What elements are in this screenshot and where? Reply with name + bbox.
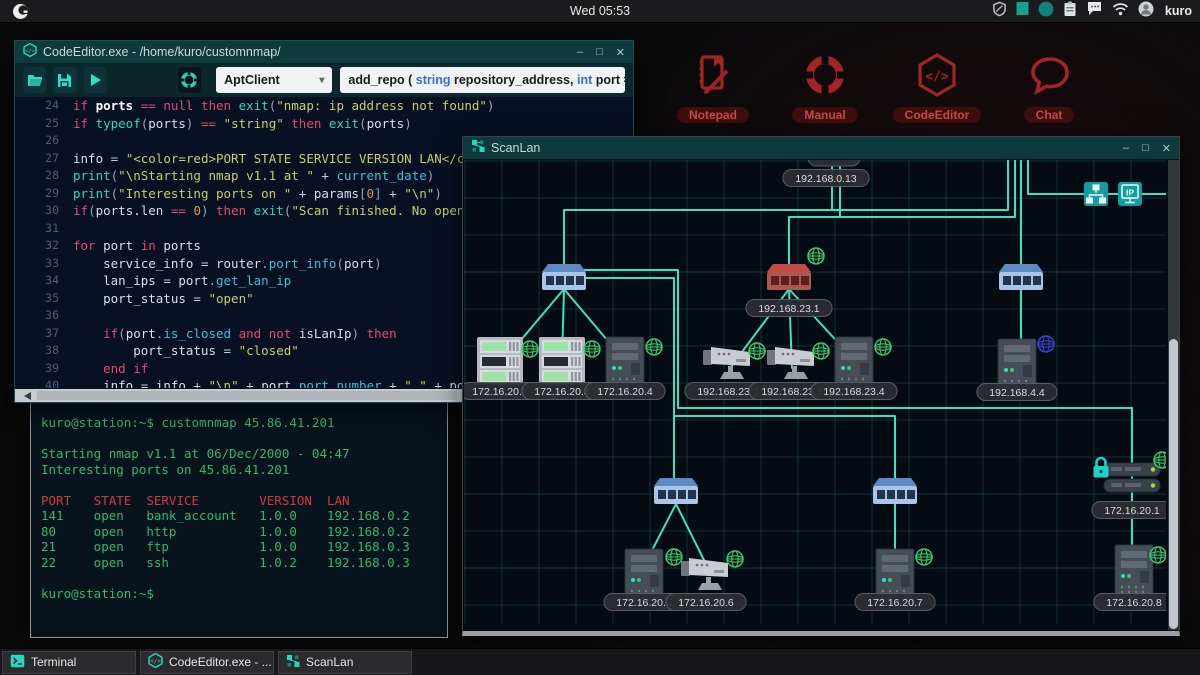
close-button[interactable]: ✕: [1162, 142, 1171, 155]
codeeditor-titlebar-icon: </>: [23, 43, 37, 62]
network-map[interactable]: 192.168.23.1 172.16.20.2 172.16.20.3 172.16…: [464, 160, 1166, 624]
codeeditor-title: CodeEditor.exe - /home/kuro/customnmap/: [43, 45, 571, 59]
svg-text:192.168.4.4: 192.168.4.4: [989, 387, 1045, 399]
desktop-icon-label: Manual: [792, 107, 857, 123]
terminal-icon: [10, 654, 25, 671]
minimize-button[interactable]: –: [577, 46, 583, 59]
maximize-button[interactable]: □: [1142, 142, 1149, 155]
svg-text:192.168.23.1: 192.168.23.1: [758, 303, 819, 315]
node-label-partial: [808, 160, 860, 166]
shield-icon[interactable]: [992, 1, 1007, 22]
indicator-square-icon[interactable]: [1016, 1, 1029, 21]
lan-node-192.168.0.13[interactable]: 192.168.0.13: [783, 170, 869, 187]
svg-text:172.16.20.7: 172.16.20.7: [867, 597, 923, 609]
taskbar-item-codeeditor[interactable]: </> CodeEditor.exe - ...: [140, 651, 274, 674]
codeeditor-titlebar[interactable]: </> CodeEditor.exe - /home/kuro/customnm…: [15, 41, 633, 63]
svg-text:172.16.20.2: 172.16.20.2: [472, 386, 528, 398]
codeeditor-icon: </>: [913, 87, 961, 104]
desktop-icon-label: CodeEditor: [893, 107, 982, 123]
method-signature-dropdown-label: add_repo ( string repository_address, in…: [348, 73, 625, 87]
codeeditor-toolbar: AptClient ▾ add_repo ( string repository_…: [15, 63, 633, 97]
lan-node-192.168.4.4[interactable]: 192.168.4.4: [977, 336, 1057, 401]
svg-text:172.16.20.5: 172.16.20.5: [616, 597, 672, 609]
lan-node-172.16.20.1[interactable]: 172.16.20.1: [1092, 452, 1166, 519]
terminal-window[interactable]: kuro@station:~$ customnmap 45.86.41.201 …: [30, 402, 448, 638]
desktop-icon-label: Notepad: [677, 107, 749, 123]
open-file-button[interactable]: [23, 67, 46, 93]
lan-node[interactable]: [654, 478, 698, 504]
svg-text:</>: </>: [25, 48, 36, 54]
svg-text:172.16.20.6: 172.16.20.6: [678, 597, 734, 609]
chat-icon: [1025, 87, 1073, 104]
desktop-icon-notepad[interactable]: Notepad: [665, 52, 761, 124]
taskbar-item-terminal[interactable]: Terminal: [2, 651, 136, 674]
lock-icon: [1097, 458, 1106, 466]
svg-text:172.16.20.1: 172.16.20.1: [1104, 505, 1160, 517]
ip-document-icon[interactable]: IP: [1118, 182, 1142, 206]
svg-text:172.16.20.3: 172.16.20.3: [534, 386, 590, 398]
save-button[interactable]: [53, 67, 76, 93]
desktop-icon-manual[interactable]: Manual: [777, 52, 873, 124]
lan-node-172.16.20.8[interactable]: 172.16.20.8: [1094, 545, 1166, 611]
manual-icon: [801, 87, 849, 104]
scrollbar-thumb[interactable]: [37, 391, 457, 400]
desktop-icon-chat[interactable]: Chat: [1001, 52, 1097, 124]
avatar-icon[interactable]: [1138, 1, 1154, 22]
reel-emblem-icon[interactable]: [178, 67, 201, 93]
taskbar-item-label: ScanLan: [306, 655, 353, 669]
scanlan-title: ScanLan: [491, 141, 1117, 155]
lan-link: [674, 416, 895, 480]
lan-node[interactable]: [542, 264, 586, 290]
svg-text:</>: </>: [925, 70, 949, 85]
scanlan-titlebar-icon: [471, 139, 485, 158]
svg-text:192.168.0.13: 192.168.0.13: [795, 173, 856, 185]
svg-text:172.16.20.8: 172.16.20.8: [1106, 597, 1162, 609]
clipboard-icon[interactable]: [1063, 1, 1077, 22]
taskbar: Terminal </> CodeEditor.exe - ... ScanLa…: [0, 648, 1200, 675]
taskbar-item-label: CodeEditor.exe - ...: [169, 655, 272, 669]
map-vertical-scrollbar[interactable]: [1168, 160, 1179, 630]
lan-node[interactable]: [873, 478, 917, 504]
maximize-button[interactable]: □: [596, 46, 603, 59]
lan-node-172.16.20.7[interactable]: 172.16.20.7: [855, 549, 935, 611]
indicator-circle-icon[interactable]: [1038, 1, 1054, 22]
desktop-icon-codeeditor[interactable]: </> CodeEditor: [889, 52, 985, 124]
scroll-left-arrow-icon[interactable]: [24, 392, 31, 400]
svg-text:172.16.20.4: 172.16.20.4: [597, 386, 653, 398]
svg-text:</>: </>: [150, 659, 161, 665]
svg-text:192.168.23.4: 192.168.23.4: [823, 386, 884, 398]
taskbar-item-scanlan[interactable]: ScanLan: [278, 651, 412, 674]
run-button[interactable]: [84, 67, 107, 93]
wifi-icon[interactable]: [1112, 2, 1129, 21]
svg-text:IP: IP: [1126, 188, 1134, 198]
sitemap-icon[interactable]: [1084, 182, 1108, 206]
username[interactable]: kuro: [1165, 4, 1192, 18]
class-dropdown[interactable]: AptClient ▾: [216, 67, 332, 93]
desktop-icon-label: Chat: [1024, 107, 1075, 123]
close-button[interactable]: ✕: [616, 46, 625, 59]
scrollbar-thumb[interactable]: [1169, 339, 1178, 629]
codeeditor-icon: </>: [148, 653, 163, 671]
terminal-output: kuro@station:~$ customnmap 45.86.41.201 …: [31, 403, 447, 613]
notepad-icon: [689, 87, 737, 104]
system-tray: kuro: [992, 0, 1192, 22]
scanlan-titlebar[interactable]: ScanLan – □ ✕: [463, 137, 1179, 159]
method-signature-dropdown[interactable]: add_repo ( string repository_address, in…: [340, 67, 625, 93]
network-map-canvas[interactable]: 192.168.23.1 172.16.20.2 172.16.20.3 172.16…: [464, 160, 1166, 624]
taskbar-item-label: Terminal: [31, 655, 76, 669]
chat-bubble-icon[interactable]: [1086, 1, 1103, 21]
minimize-button[interactable]: –: [1123, 142, 1129, 155]
scanlan-icon: [286, 654, 300, 671]
scanlan-window: ScanLan – □ ✕ 192.168.23.1 172.16.20.2 172…: [462, 136, 1180, 636]
top-bar: Wed 05:53 kuro: [0, 0, 1200, 23]
chevron-down-icon: ▾: [311, 75, 324, 86]
lan-node[interactable]: [999, 264, 1043, 290]
lan-node[interactable]: [808, 160, 860, 166]
class-dropdown-label: AptClient: [224, 73, 280, 87]
